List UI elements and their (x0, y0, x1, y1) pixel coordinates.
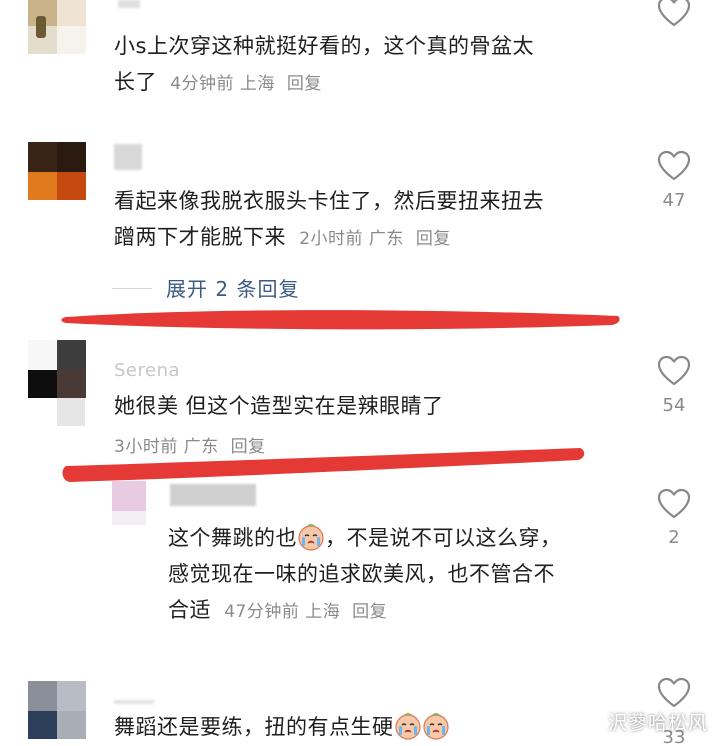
heart-outline-icon[interactable] (657, 150, 691, 182)
comment-meta: 2小时前 广东 回复 (299, 229, 451, 249)
avatar[interactable] (28, 142, 86, 200)
comment-line: 舞蹈还是要练，扭的有点生硬 (114, 715, 394, 739)
comment-line: 这个舞跳的也 (168, 526, 297, 550)
crying-face-emoji (298, 524, 324, 551)
avatar[interactable] (112, 481, 146, 525)
comment-meta: 47分钟前 上海 回复 (224, 602, 387, 622)
comment-meta: 3小时前 广东 回复 (114, 432, 266, 457)
comment-line: 长了 (114, 70, 157, 94)
username-blurred (170, 484, 256, 506)
comment-location: 上海 (305, 602, 341, 622)
reply-button[interactable]: 回复 (287, 74, 322, 94)
comment-text: 她很美 但这个造型实在是辣眼睛了 (114, 388, 634, 424)
comment-line: 小s上次穿这种就挺好看的，这个真的骨盆太 (114, 34, 534, 58)
like-count: 47 (662, 190, 686, 211)
comment-location: 广东 (368, 229, 404, 249)
watermark: 沢蓼哈松风 (608, 712, 709, 734)
username-blurred (118, 0, 140, 8)
comment-time: 4分钟前 (170, 74, 235, 94)
comment-time: 2小时前 (299, 229, 364, 249)
avatar[interactable] (28, 0, 86, 54)
username: Serena (114, 360, 181, 381)
comment-line: 合适 (168, 598, 211, 622)
comment-text: 舞蹈还是要练，扭的有点生硬 (114, 709, 634, 745)
comment-time: 47分钟前 (224, 602, 300, 622)
heart-outline-icon[interactable] (657, 488, 691, 520)
annotation-strokes (61, 310, 620, 482)
crying-face-emoji (422, 713, 449, 740)
heart-outline-icon[interactable] (657, 677, 691, 709)
expand-replies-button[interactable]: 展开 2 条回复 (166, 273, 299, 302)
username-blurred (114, 700, 154, 704)
username-blurred (114, 144, 142, 170)
reply-button[interactable]: 回复 (352, 602, 387, 622)
reply-button[interactable]: 回复 (231, 437, 266, 457)
comment-text: 看起来像我脱衣服头卡住了，然后要扭来扭去 蹭两下才能脱下来 2小时前 广东 回复 (114, 183, 634, 257)
divider (112, 288, 152, 289)
reply-button[interactable]: 回复 (416, 229, 451, 249)
comment-text: 小s上次穿这种就挺好看的，这个真的骨盆太 长了 4分钟前 上海 回复 (114, 28, 634, 102)
like-count: 54 (662, 395, 686, 416)
avatar-fragment (57, 398, 85, 426)
comment-line: 她很美 但这个造型实在是辣眼睛了 (114, 394, 444, 418)
comment-line: 蹭两下才能脱下来 (114, 225, 286, 249)
heart-outline-icon[interactable] (657, 0, 691, 28)
heart-outline-icon[interactable] (657, 355, 691, 387)
red-underline-stroke (61, 310, 620, 330)
comment-text: 这个舞跳的也 ，不是说不可以这么穿， 感觉现在一味的追求欧美风，也不管合不 合适 … (168, 520, 638, 630)
comment-line: ，不是说不可以这么穿， (325, 526, 562, 550)
crying-face-emoji (394, 713, 421, 740)
avatar[interactable] (28, 681, 86, 739)
comment-location: 上海 (239, 74, 275, 94)
like-count: 2 (668, 527, 680, 548)
comment-line: 看起来像我脱衣服头卡住了，然后要扭来扭去 (114, 189, 544, 213)
comment-time: 3小时前 (114, 437, 178, 457)
comment-location: 广东 (183, 437, 219, 457)
avatar[interactable] (28, 340, 86, 398)
comment-line: 感觉现在一味的追求欧美风，也不管合不 (168, 562, 555, 586)
comment-meta: 4分钟前 上海 回复 (170, 74, 322, 94)
